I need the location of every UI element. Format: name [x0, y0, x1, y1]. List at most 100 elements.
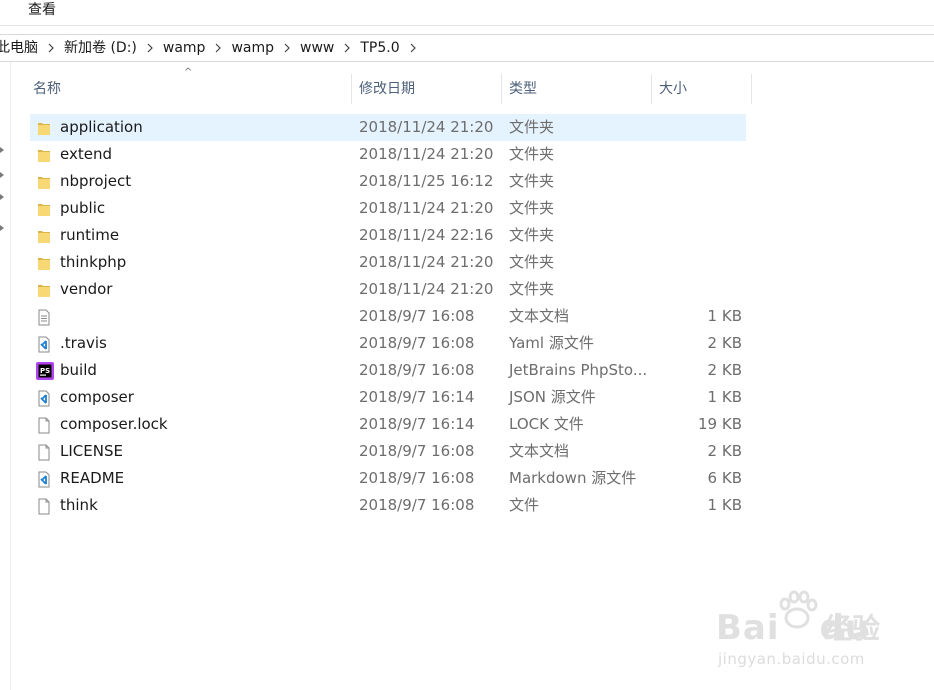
breadcrumb-item-tp5[interactable]: TP5.0	[360, 35, 399, 61]
file-date: 2018/9/7 16:14	[359, 415, 475, 433]
breadcrumb-item-drive[interactable]: 新加卷 (D:)	[64, 35, 137, 61]
file-row[interactable]: composer 2018/9/7 16:14 JSON 源文件 1 KB	[30, 384, 746, 411]
breadcrumb-item-wamp-inner[interactable]: wamp	[231, 35, 274, 61]
file-type: 文本文档	[509, 442, 570, 460]
expand-arrow-icon[interactable]	[0, 194, 4, 200]
expand-arrow-icon[interactable]	[0, 225, 4, 231]
file-type: JSON 源文件	[509, 388, 596, 406]
file-row[interactable]: README 2018/9/7 16:08 Markdown 源文件 6 KB	[30, 465, 746, 492]
file-size: 2 KB	[707, 442, 742, 460]
vscode-file-icon	[36, 389, 52, 407]
file-row[interactable]: LICENSE 2018/9/7 16:08 文本文档 2 KB	[30, 438, 746, 465]
file-date: 2018/9/7 16:08	[359, 442, 475, 460]
file-type: 文件夹	[509, 172, 555, 190]
navigation-pane	[0, 62, 11, 690]
blank-file-icon	[36, 497, 52, 515]
file-row[interactable]: extend 2018/11/24 21:20 文件夹	[30, 141, 746, 168]
file-name: nbproject	[60, 172, 132, 190]
baidu-jingyan-watermark: Bai du 经验 jingyan.baidu.com	[716, 588, 926, 678]
file-name: runtime	[60, 226, 120, 244]
file-name: public	[60, 199, 106, 217]
file-name: extend	[60, 145, 112, 163]
file-row[interactable]: public 2018/11/24 21:20 文件夹	[30, 195, 746, 222]
column-header-type[interactable]: 类型	[502, 74, 652, 104]
file-type: 文件夹	[509, 253, 555, 271]
file-type: 文件夹	[509, 199, 555, 217]
file-row[interactable]: 2018/9/7 16:08 文本文档 1 KB	[30, 303, 746, 330]
chevron-right-icon[interactable]	[274, 40, 300, 56]
svg-text:PS: PS	[40, 367, 50, 375]
file-date: 2018/9/7 16:08	[359, 496, 475, 514]
file-size: 2 KB	[707, 334, 742, 352]
file-name: application	[60, 118, 143, 136]
file-date: 2018/11/24 21:20	[359, 145, 494, 163]
column-header-size[interactable]: 大小	[652, 74, 752, 104]
file-date: 2018/9/7 16:08	[359, 307, 475, 325]
watermark-jingyan: 经验	[824, 612, 881, 645]
folder-icon	[36, 200, 52, 217]
file-name: build	[60, 361, 97, 379]
file-type: 文件夹	[509, 145, 555, 163]
file-type: Markdown 源文件	[509, 469, 637, 487]
file-row[interactable]: vendor 2018/11/24 21:20 文件夹	[30, 276, 746, 303]
expand-arrow-icon[interactable]	[0, 172, 4, 178]
column-header-name[interactable]: 名称	[26, 74, 352, 104]
folder-icon	[36, 227, 52, 244]
file-name: composer.lock	[60, 415, 168, 433]
breadcrumb-item-wamp[interactable]: wamp	[163, 35, 206, 61]
column-headers: 名称 修改日期 类型 大小	[26, 74, 752, 106]
file-date: 2018/11/24 21:20	[359, 199, 494, 217]
chevron-right-icon[interactable]	[205, 40, 231, 56]
file-name: vendor	[60, 280, 113, 298]
blank-file-icon	[36, 416, 52, 434]
file-row[interactable]: .travis 2018/9/7 16:08 Yaml 源文件 2 KB	[30, 330, 746, 357]
file-type: LOCK 文件	[509, 415, 584, 433]
file-row[interactable]: think 2018/9/7 16:08 文件 1 KB	[30, 492, 746, 519]
breadcrumb-item-www[interactable]: www	[300, 35, 334, 61]
file-name: LICENSE	[60, 442, 123, 460]
file-size: 1 KB	[707, 307, 742, 325]
file-date: 2018/9/7 16:08	[359, 469, 475, 487]
chevron-right-icon[interactable]	[38, 40, 64, 56]
file-date: 2018/9/7 16:14	[359, 388, 475, 406]
folder-icon	[36, 173, 52, 190]
file-name: README	[60, 469, 125, 487]
file-row[interactable]: PS build 2018/9/7 16:08 JetBrains PhpSto...…	[30, 357, 746, 384]
expand-arrow-icon[interactable]	[0, 147, 4, 153]
file-date: 2018/11/24 21:20	[359, 280, 494, 298]
file-date: 2018/9/7 16:08	[359, 361, 475, 379]
file-size: 2 KB	[707, 361, 742, 379]
file-type: JetBrains PhpSto...	[509, 361, 648, 379]
folder-icon	[36, 254, 52, 271]
column-header-date[interactable]: 修改日期	[352, 74, 502, 104]
file-type: 文件夹	[509, 118, 555, 136]
phpstorm-file-icon: PS	[36, 362, 54, 380]
file-date: 2018/11/24 21:20	[359, 118, 494, 136]
menu-bar: 查看	[0, 0, 934, 26]
breadcrumb-item-this-pc[interactable]: 此电脑	[0, 35, 38, 61]
file-size: 6 KB	[707, 469, 742, 487]
file-row[interactable]: composer.lock 2018/9/7 16:14 LOCK 文件 19 KB	[30, 411, 746, 438]
file-row[interactable]: nbproject 2018/11/25 16:12 文件夹	[30, 168, 746, 195]
vscode-file-icon	[36, 335, 52, 353]
vscode-file-icon	[36, 470, 52, 488]
file-row[interactable]: runtime 2018/11/24 22:16 文件夹	[30, 222, 746, 249]
chevron-right-icon[interactable]	[334, 40, 360, 56]
paw-icon	[779, 590, 818, 629]
file-row[interactable]: application 2018/11/24 21:20 文件夹	[30, 114, 746, 141]
file-type: Yaml 源文件	[509, 334, 594, 352]
file-row[interactable]: thinkphp 2018/11/24 21:20 文件夹	[30, 249, 746, 276]
blank-file-icon	[36, 443, 52, 461]
file-type: 文件夹	[509, 280, 555, 298]
chevron-right-icon[interactable]	[400, 40, 426, 56]
chevron-right-icon[interactable]	[137, 40, 163, 56]
file-date: 2018/11/24 22:16	[359, 226, 494, 244]
text-file-icon	[36, 308, 52, 326]
file-size: 1 KB	[707, 388, 742, 406]
file-name: think	[60, 496, 98, 514]
menu-view[interactable]: 查看	[28, 1, 56, 19]
watermark-url: jingyan.baidu.com	[718, 650, 865, 668]
breadcrumb: 此电脑 新加卷 (D:) wamp wamp www TP5.0	[0, 34, 934, 62]
file-type: 文件	[509, 496, 540, 514]
file-date: 2018/9/7 16:08	[359, 334, 475, 352]
